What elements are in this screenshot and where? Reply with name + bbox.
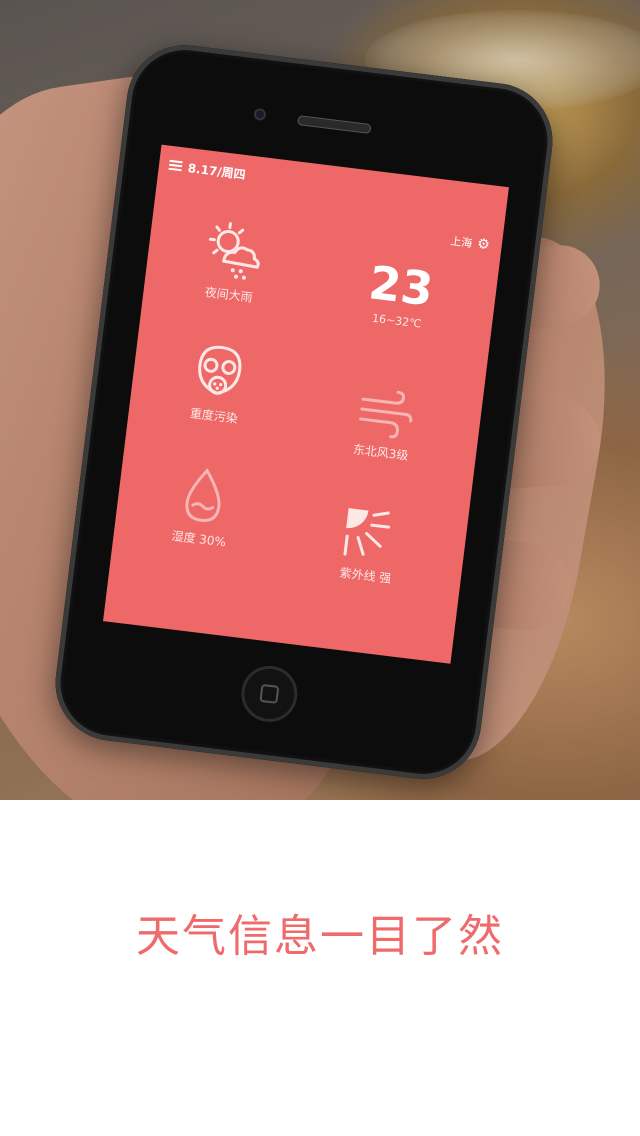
uv-label: 紫外线 强: [338, 565, 393, 586]
pollution-label: 重度污染: [189, 406, 239, 426]
location[interactable]: 上海 ⚙: [449, 233, 491, 254]
menu-icon[interactable]: [168, 159, 183, 172]
uv-sun-icon: [343, 508, 391, 556]
hero-photo: 8.17/周四 上海 ⚙ 夜间大雨 23 16~32℃ 重度污染 东北风3级 湿…: [0, 0, 640, 800]
temperature-tile[interactable]: 23 16~32℃: [331, 255, 468, 335]
gear-icon[interactable]: ⚙: [476, 236, 490, 253]
condition-label: 夜间大雨: [204, 285, 254, 305]
uv-tile[interactable]: 紫外线 强: [300, 499, 438, 591]
date-label: 8.17/周四: [187, 160, 247, 182]
gas-mask-icon: [198, 345, 242, 395]
city-label: 上海: [449, 234, 473, 251]
condition-tile[interactable]: 夜间大雨: [163, 213, 302, 311]
weather-app-screen: 8.17/周四 上海 ⚙ 夜间大雨 23 16~32℃ 重度污染 东北风3级 湿…: [103, 144, 509, 664]
wind-tile[interactable]: 东北风3级: [315, 380, 453, 468]
wind-label: 东北风3级: [352, 442, 410, 463]
humidity-label: 湿度 30%: [170, 528, 227, 550]
temperature-value: 23: [366, 255, 437, 317]
weather-rain-sun-icon: [208, 222, 260, 280]
phone: 8.17/周四 上海 ⚙ 夜间大雨 23 16~32℃ 重度污染 东北风3级 湿…: [48, 38, 560, 786]
pollution-tile[interactable]: 重度污染: [148, 334, 287, 432]
humidity-tile[interactable]: 湿度 30%: [133, 459, 272, 555]
promo-caption: 天气信息一目了然: [136, 911, 504, 962]
top-bar: 8.17/周四: [168, 154, 247, 185]
wind-icon: [359, 390, 413, 439]
humidity-drop-icon: [185, 468, 221, 522]
